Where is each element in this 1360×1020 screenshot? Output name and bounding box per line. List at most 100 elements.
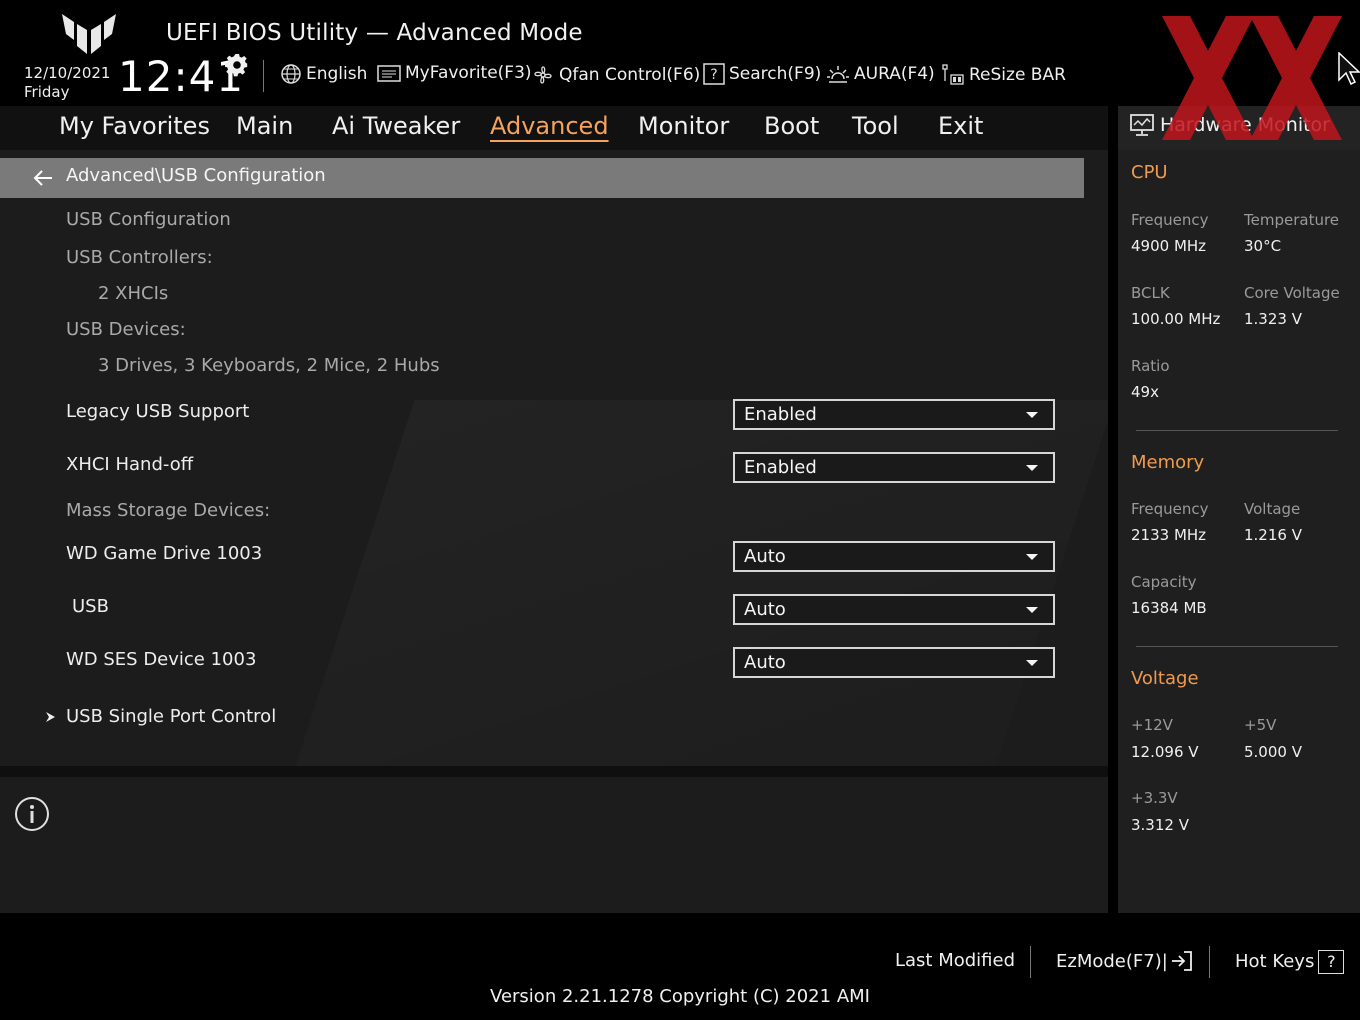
submenu-arrow-icon <box>46 712 55 722</box>
usb-device-label[interactable]: USB <box>72 596 109 617</box>
v12-label: +12V <box>1131 716 1173 734</box>
wd-game-drive-label[interactable]: WD Game Drive 1003 <box>66 543 262 564</box>
watermark-logo <box>1162 16 1342 140</box>
wd-ses-device-dropdown[interactable]: Auto <box>733 647 1055 678</box>
help-key-icon: ? <box>1318 950 1345 974</box>
breadcrumb-path: Advanced\USB Configuration <box>66 165 326 186</box>
monitor-icon <box>1130 114 1154 136</box>
mouse-cursor-icon <box>1338 52 1360 86</box>
wd-game-drive-value: Auto <box>744 546 786 567</box>
ratio-label: Ratio <box>1131 357 1170 375</box>
memory-voltage-label: Voltage <box>1244 500 1301 518</box>
ratio-value: 49x <box>1131 383 1159 401</box>
wd-game-drive-dropdown[interactable]: Auto <box>733 541 1055 572</box>
legacy-usb-support-dropdown[interactable]: Enabled <box>733 399 1055 430</box>
resize-bar-icon <box>942 64 964 85</box>
usb-single-port-control-link[interactable]: USB Single Port Control <box>66 706 276 727</box>
ezmode-label: EzMode(F7)| <box>1056 950 1168 972</box>
aura-label: AURA(F4) <box>854 64 935 84</box>
cpu-section-title: CPU <box>1131 162 1168 183</box>
chevron-down-icon <box>1026 659 1038 666</box>
usb-devices-value: 3 Drives, 3 Keyboards, 2 Mice, 2 Hubs <box>98 355 440 376</box>
fan-icon <box>534 66 552 84</box>
footer-divider <box>1030 946 1031 978</box>
wd-ses-device-label[interactable]: WD SES Device 1003 <box>66 649 256 670</box>
info-icon <box>15 797 49 831</box>
bclk-value: 100.00 MHz <box>1131 310 1221 328</box>
xhci-handoff-dropdown[interactable]: Enabled <box>733 452 1055 483</box>
app-title: UEFI BIOS Utility — Advanced Mode <box>166 20 583 46</box>
memory-divider <box>1136 646 1338 647</box>
tuf-logo <box>62 14 116 54</box>
tab-my-favorites[interactable]: My Favorites <box>59 112 210 140</box>
mass-storage-devices-label: Mass Storage Devices: <box>66 500 271 521</box>
core-voltage-label: Core Voltage <box>1244 284 1340 302</box>
bclk-label: BCLK <box>1131 284 1170 302</box>
search-label: Search(F9) <box>729 64 822 84</box>
cpu-frequency-value: 4900 MHz <box>1131 237 1207 255</box>
help-panel <box>0 777 1108 913</box>
legacy-usb-support-value: Enabled <box>744 404 817 425</box>
qfan-control-label: Qfan Control(F6) <box>559 65 701 85</box>
memory-frequency-value: 2133 MHz <box>1131 526 1207 544</box>
usb-device-value: Auto <box>744 599 786 620</box>
memory-frequency-label: Frequency <box>1131 500 1209 518</box>
cpu-frequency-label: Frequency <box>1131 211 1209 229</box>
cpu-temperature-label: Temperature <box>1244 211 1340 229</box>
aura-button[interactable]: AURA(F4) <box>826 63 935 85</box>
usb-device-dropdown[interactable]: Auto <box>733 594 1055 625</box>
chevron-down-icon <box>1026 464 1038 471</box>
qfan-control-button[interactable]: Qfan Control(F6) <box>531 63 700 87</box>
tab-boot[interactable]: Boot <box>764 112 819 140</box>
usb-controllers-value: 2 XHCIs <box>98 283 169 304</box>
language-button[interactable]: English <box>280 63 367 85</box>
help-separator <box>0 766 1108 777</box>
resize-bar-label: ReSize BAR <box>969 65 1066 85</box>
favorite-icon <box>377 65 401 82</box>
tab-main[interactable]: Main <box>236 112 293 140</box>
tab-advanced[interactable]: Advanced <box>490 112 609 140</box>
last-modified-button[interactable]: Last Modified <box>895 950 1015 971</box>
search-help-icon: ? <box>703 63 725 85</box>
chevron-down-icon <box>1026 411 1038 418</box>
v33-label: +3.3V <box>1131 789 1178 807</box>
v12-value: 12.096 V <box>1131 743 1199 761</box>
search-button[interactable]: ? Search(F9) <box>703 63 821 85</box>
hot-keys-button[interactable]: Hot Keys? <box>1235 950 1345 974</box>
chevron-down-icon <box>1026 553 1038 560</box>
gear-icon[interactable] <box>225 54 249 78</box>
chevron-down-icon <box>1026 606 1038 613</box>
hot-keys-label: Hot Keys <box>1235 951 1315 972</box>
language-label: English <box>306 64 368 84</box>
version-text: Version 2.21.1278 Copyright (C) 2021 AMI <box>490 986 870 1007</box>
resize-bar-button[interactable]: ReSize BAR <box>941 63 1066 87</box>
tab-tool[interactable]: Tool <box>852 112 899 140</box>
back-arrow-icon[interactable] <box>32 167 54 189</box>
tab-monitor[interactable]: Monitor <box>638 112 729 140</box>
v5-label: +5V <box>1244 716 1277 734</box>
date-text: 12/10/2021 <box>24 64 111 82</box>
header-divider <box>263 60 264 92</box>
xhci-handoff-label[interactable]: XHCI Hand-off <box>66 454 193 475</box>
day-text: Friday <box>24 83 70 101</box>
cpu-divider <box>1136 430 1338 431</box>
myfavorite-label: MyFavorite(F3) <box>405 63 532 83</box>
myfavorite-button[interactable]: MyFavorite(F3) <box>377 63 532 83</box>
tab-exit[interactable]: Exit <box>938 112 983 140</box>
svg-text:?: ? <box>710 67 717 83</box>
xhci-handoff-value: Enabled <box>744 457 817 478</box>
memory-voltage-value: 1.216 V <box>1244 526 1302 544</box>
usb-configuration-heading: USB Configuration <box>66 209 231 230</box>
legacy-usb-support-label[interactable]: Legacy USB Support <box>66 401 249 422</box>
voltage-section-title: Voltage <box>1131 668 1199 689</box>
usb-controllers-label: USB Controllers: <box>66 247 213 268</box>
memory-capacity-label: Capacity <box>1131 573 1197 591</box>
wd-ses-device-value: Auto <box>744 652 786 673</box>
memory-section-title: Memory <box>1131 452 1205 473</box>
v5-value: 5.000 V <box>1244 743 1302 761</box>
v33-value: 3.312 V <box>1131 816 1189 834</box>
tab-ai-tweaker[interactable]: Ai Tweaker <box>332 112 460 140</box>
ezmode-button[interactable]: EzMode(F7)| <box>1056 950 1194 972</box>
usb-devices-label: USB Devices: <box>66 319 186 340</box>
footer-divider <box>1209 946 1210 978</box>
